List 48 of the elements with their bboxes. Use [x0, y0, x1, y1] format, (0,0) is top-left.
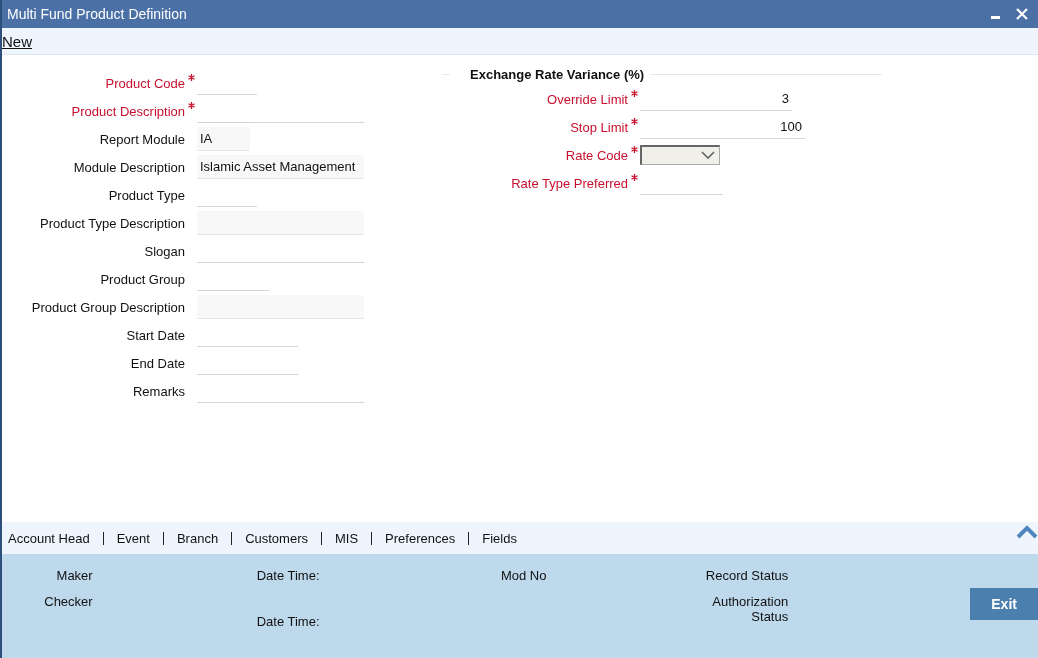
window-title: Multi Fund Product Definition	[7, 6, 187, 22]
field-label: Product Type	[107, 187, 185, 203]
field-label: Override Limit	[546, 91, 628, 107]
required-asterisk-icon	[188, 74, 195, 81]
record-status-label: Record Status	[705, 568, 789, 583]
field-label: End Date	[129, 355, 185, 371]
input-field[interactable]	[197, 295, 364, 319]
field-label: Product Group	[99, 271, 185, 287]
close-icon[interactable]	[1016, 8, 1028, 20]
field-label: Stop Limit	[569, 119, 628, 135]
required-asterisk-icon	[631, 90, 638, 97]
input-field[interactable]	[197, 211, 364, 235]
new-link[interactable]: New	[2, 32, 32, 50]
input-field[interactable]: Islamic Asset Management	[197, 155, 364, 179]
field-label: Product Type Description	[39, 215, 185, 231]
authorization-status-label: Authorization Status	[711, 594, 789, 624]
field-label: Product Group Description	[30, 299, 185, 315]
collapse-icon[interactable]	[1016, 525, 1038, 539]
field-label: Product Description	[70, 103, 185, 119]
mod-no-label: Mod No	[500, 568, 548, 583]
required-asterisk-icon	[631, 146, 638, 153]
exit-button[interactable]: Exit	[970, 588, 1038, 620]
field-label: Report Module	[98, 131, 185, 147]
checker-label: Checker	[44, 594, 93, 609]
section-title: Exchange Rate Variance (%)	[470, 66, 646, 82]
field-label: Rate Code	[564, 147, 628, 163]
field-label: Rate Type Preferred	[510, 175, 628, 191]
rate-code-dropdown[interactable]	[640, 145, 720, 165]
tab-link[interactable]: MIS	[335, 530, 359, 546]
tab-link[interactable]: Event	[116, 530, 150, 546]
tab-link[interactable]: Fields	[482, 530, 517, 546]
field-label: Remarks	[132, 383, 185, 399]
tab-link[interactable]: Preferences	[385, 530, 456, 546]
field-label: Start Date	[125, 327, 185, 343]
field-label: Product Code	[104, 75, 185, 91]
maker-label: Maker	[56, 568, 93, 583]
required-asterisk-icon	[188, 102, 195, 109]
date-time-label: Date Time:	[256, 614, 321, 629]
tab-link[interactable]: Customers	[245, 530, 308, 546]
field-label: Module Description	[72, 159, 185, 175]
date-time-label: Date Time:	[256, 568, 321, 583]
field-label: Slogan	[143, 243, 185, 259]
tab-link[interactable]: Branch	[176, 530, 219, 546]
tab-link[interactable]: Account Head	[8, 530, 90, 546]
chevron-down-icon	[701, 151, 715, 160]
input-field[interactable]: IA	[197, 127, 250, 151]
required-asterisk-icon	[631, 174, 638, 181]
required-asterisk-icon	[631, 118, 638, 125]
